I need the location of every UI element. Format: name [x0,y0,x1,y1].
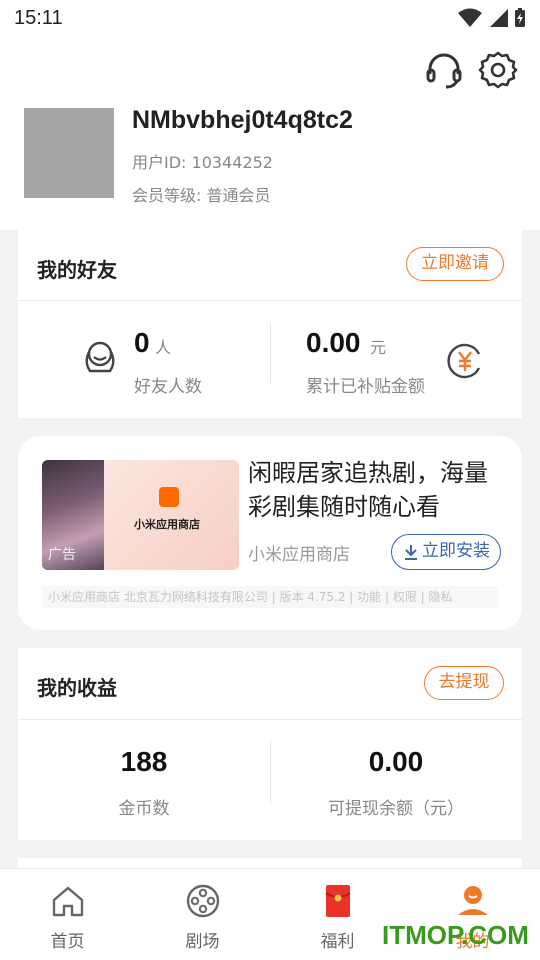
ad-store-label: 小米应用商店 [134,518,200,531]
withdraw-button[interactable]: 去提现 [424,666,504,700]
friends-card: 我的好友 立即邀请 0 人 好友人数 0.00 元 累计已补贴金额 [18,230,522,418]
invite-button[interactable]: 立即邀请 [406,247,504,281]
balance-label: 可提现余额（元） [328,799,464,819]
ad-card[interactable]: 小米应用商店 广告 闲暇居家追热剧，海量彩剧集随时随心看 小米应用商店 立即安装… [18,436,522,630]
tab-theater[interactable]: 剧场 [135,869,270,960]
username: NMbvbhej0t4q8tc2 [132,106,353,134]
tab-theater-label: 剧场 [185,932,220,952]
friend-unit: 人 [155,338,172,357]
watermark: ITMOP.COM [382,920,529,950]
friend-label: 好友人数 [134,377,202,397]
divider [270,323,271,383]
ad-footer: 小米应用商店 北京瓦力网络科技有限公司 | 版本 4.75.2 | 功能 | 权… [42,586,498,608]
wifi-icon [458,8,482,27]
headset-icon[interactable] [424,50,464,90]
install-button[interactable]: 立即安装 [391,534,501,570]
tab-home-label: 首页 [50,932,85,952]
mi-store-logo-icon [159,487,179,507]
balance-amount: 0.00 [368,746,424,777]
ad-image[interactable]: 小米应用商店 广告 [42,460,239,570]
gear-icon[interactable] [478,50,518,90]
earnings-card: 我的收益 去提现 188 金币数 0.00 可提现余额（元） [18,648,522,840]
divider [18,300,522,301]
ad-headline[interactable]: 闲暇居家追热剧，海量彩剧集随时随心看 [248,456,510,524]
red-envelope-icon [324,885,351,917]
friends-icon [85,341,115,373]
ad-store-banner: 小米应用商店 [104,460,239,570]
coins-label: 金币数 [118,799,170,819]
friend-count: 0 [134,327,150,358]
subsidy-amount: 0.00 [306,327,361,358]
tab-home[interactable]: 首页 [0,869,135,960]
ad-source: 小米应用商店 [248,545,350,565]
member-level: 会员等级: 普通会员 [132,186,271,205]
status-bar: 15:11 [0,0,540,36]
install-label: 立即安装 [422,541,490,561]
profile-header: NMbvbhej0t4q8tc2 用户ID: 10344252 会员等级: 普通… [0,36,540,230]
yuan-coin-icon [447,343,481,379]
ad-tag: 广告 [48,547,76,563]
film-reel-icon [186,884,219,918]
battery-icon [515,8,525,27]
coins-count: 188 [120,746,168,777]
subsidy-unit: 元 [370,338,387,357]
avatar[interactable] [24,108,114,198]
signal-icon [490,9,508,27]
subsidy-label: 累计已补贴金额 [306,377,425,397]
home-icon [52,886,83,917]
earnings-title: 我的收益 [37,676,117,700]
status-time: 15:11 [14,6,63,29]
system-icons [458,8,526,28]
user-id: 用户ID: 10344252 [132,153,273,172]
divider [18,719,522,720]
profile-icon [457,886,488,915]
friends-title: 我的好友 [37,258,117,282]
download-icon [405,545,417,560]
